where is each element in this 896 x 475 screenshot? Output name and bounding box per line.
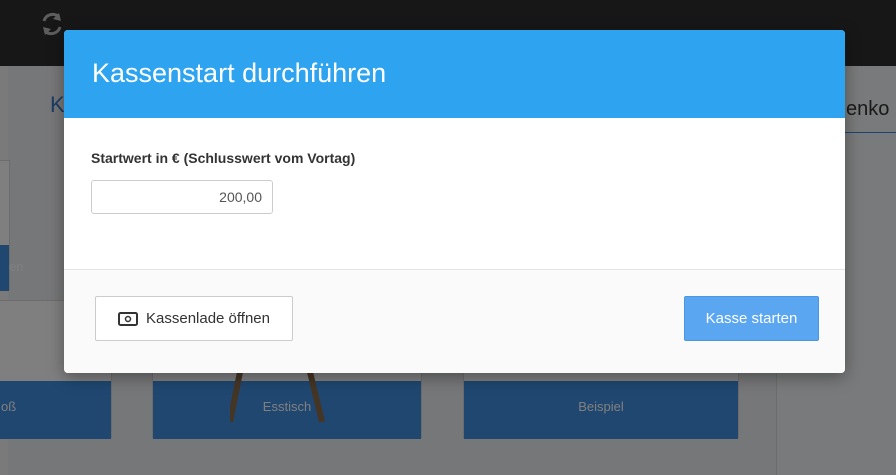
cash-icon	[118, 311, 138, 326]
dialog-body: Startwert in € (Schlusswert vom Vortag)	[64, 118, 845, 270]
open-drawer-button[interactable]: Kassenlade öffnen	[95, 296, 293, 341]
start-amount-input[interactable]	[91, 180, 273, 214]
start-amount-label: Startwert in € (Schlusswert vom Vortag)	[91, 150, 356, 166]
open-drawer-label: Kassenlade öffnen	[146, 310, 270, 327]
dialog-footer: Kassenlade öffnen Kasse starten	[64, 270, 845, 373]
cash-start-dialog: Kassenstart durchführen Startwert in € (…	[64, 30, 845, 373]
start-register-button[interactable]: Kasse starten	[684, 296, 819, 341]
dialog-header: Kassenstart durchführen	[64, 30, 845, 118]
dialog-title: Kassenstart durchführen	[92, 58, 387, 88]
